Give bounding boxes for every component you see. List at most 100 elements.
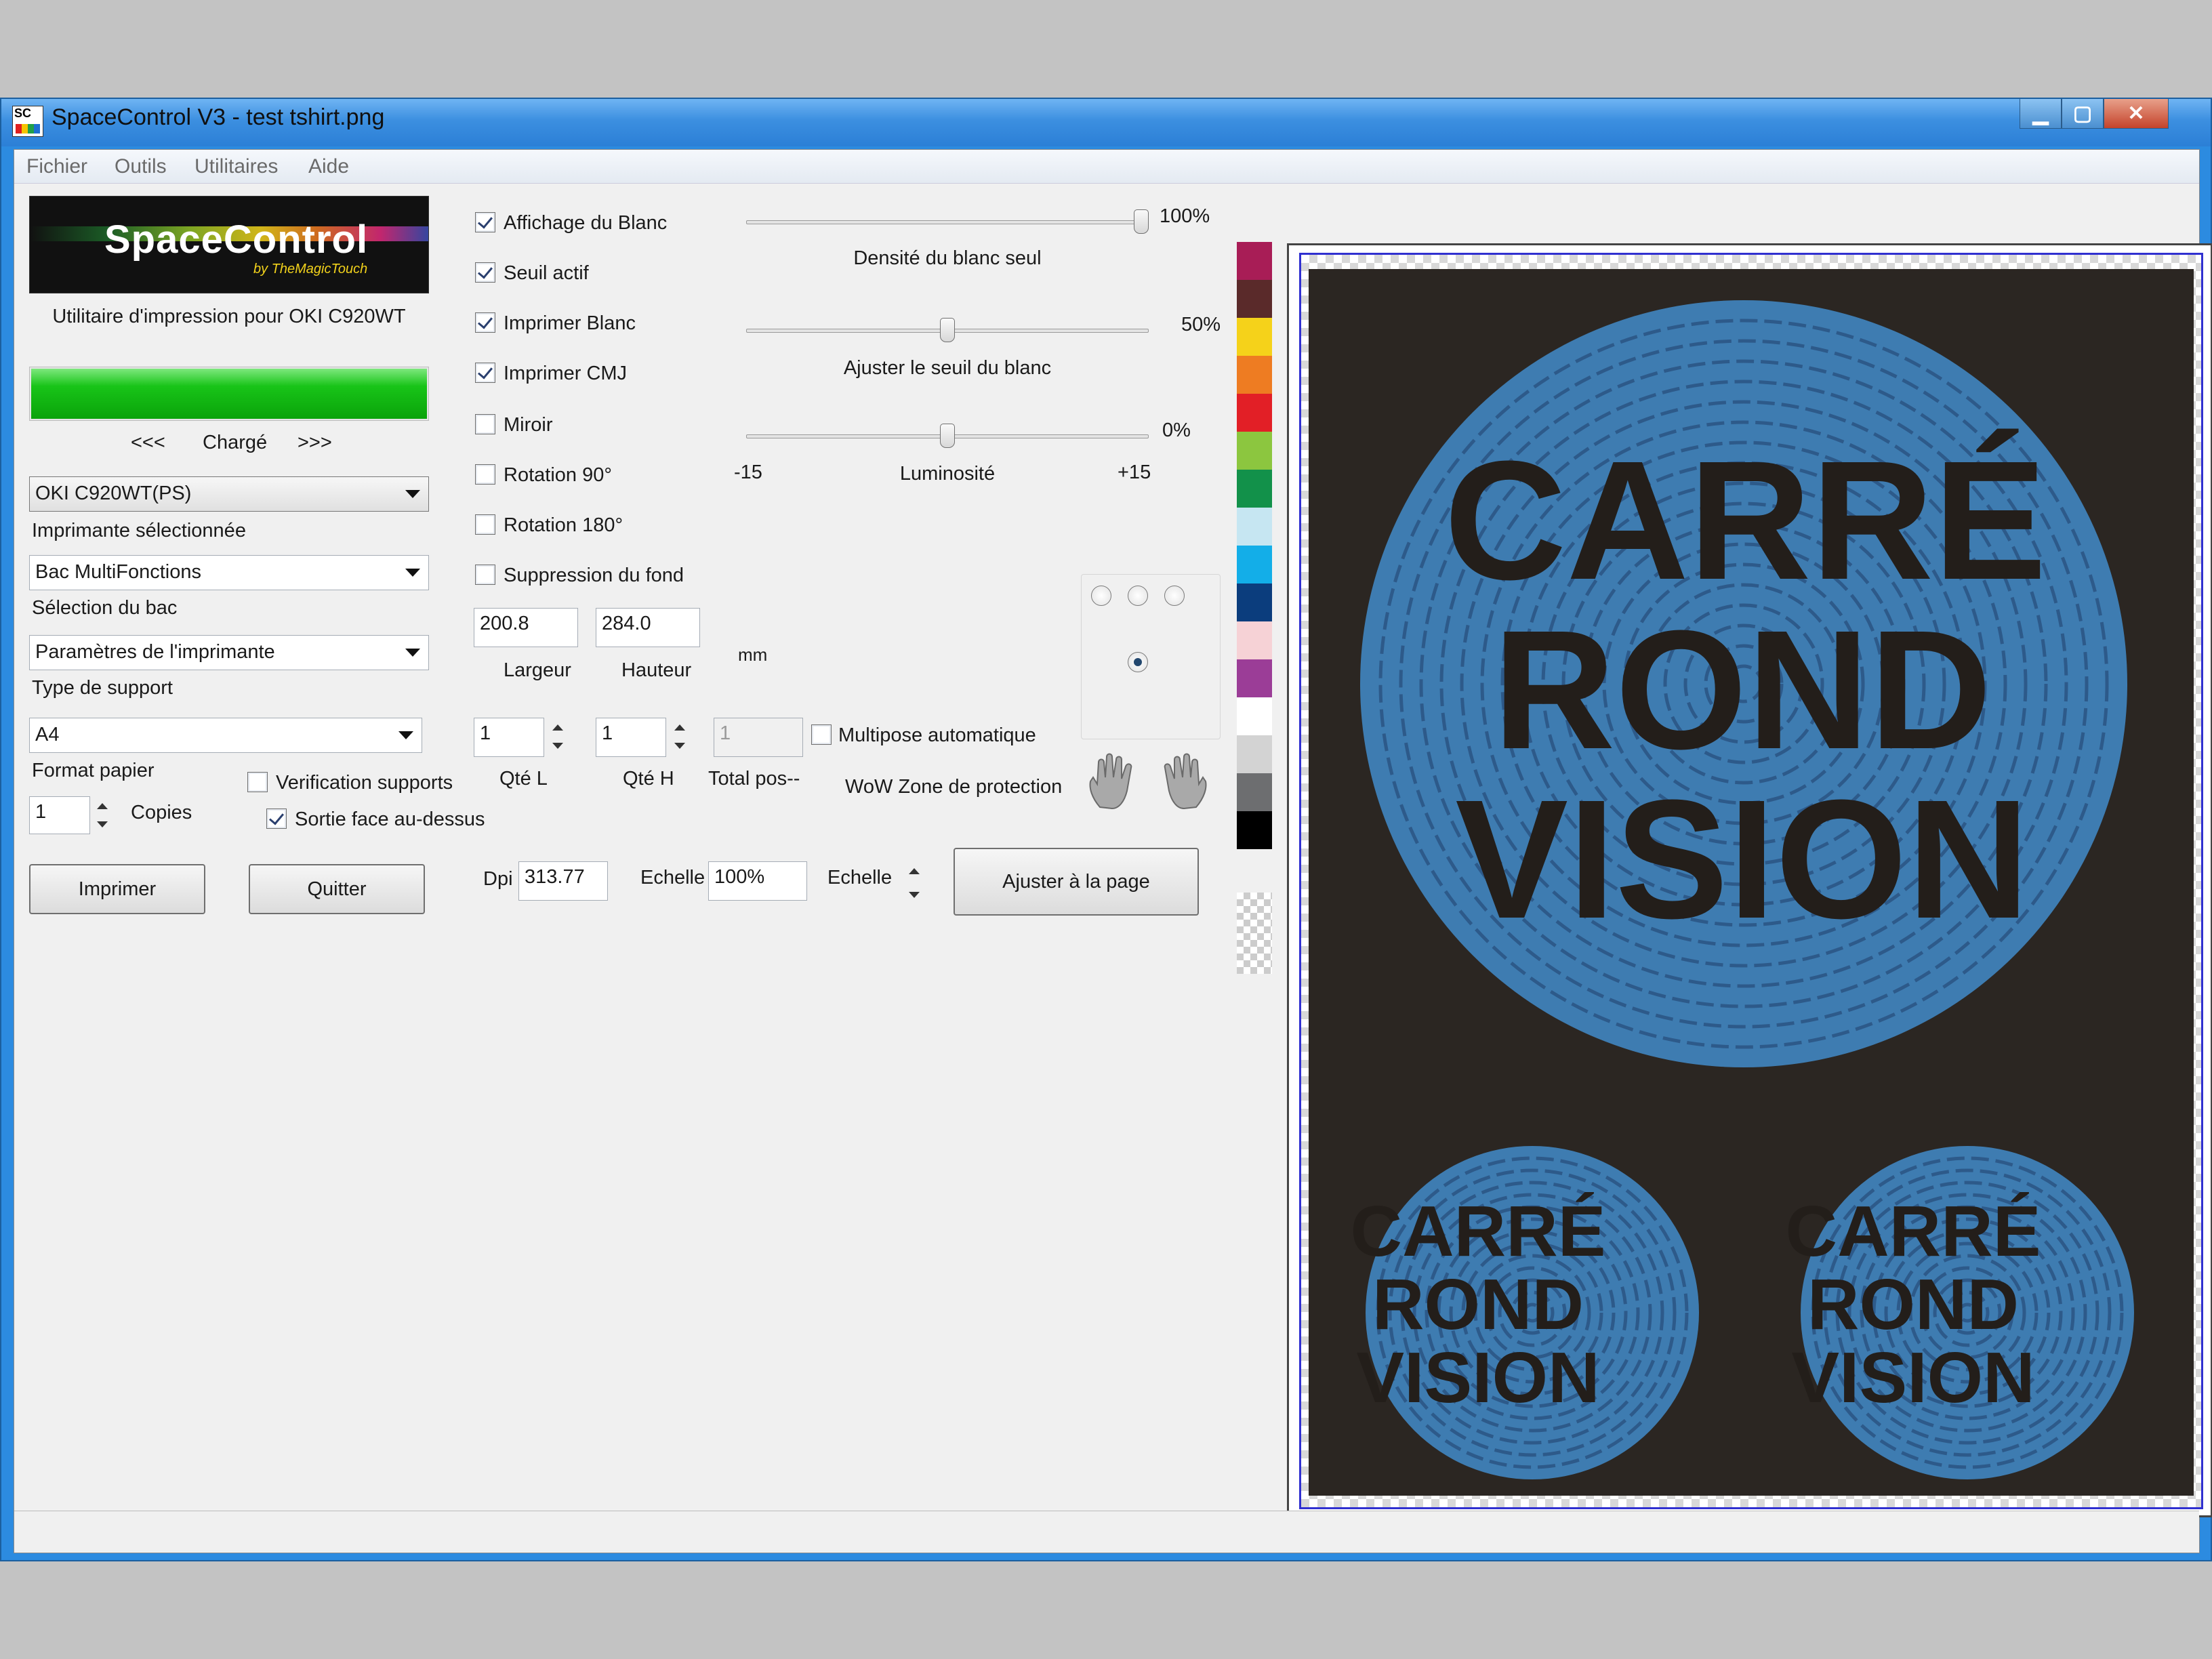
app-icon[interactable]: SC [12,106,43,137]
brightness-slider-thumb[interactable] [940,424,955,448]
color-swatch[interactable] [1237,356,1272,394]
artwork-small-left-line-3: VISION [1356,1338,1600,1418]
option-label-rotate-180: Rotation 180° [504,514,623,536]
color-swatch[interactable] [1237,735,1272,773]
scale-input[interactable]: 100% [708,861,807,901]
option-checkbox-mirror[interactable] [475,414,495,434]
quit-button[interactable]: Quitter [249,864,425,914]
position-radio-left[interactable] [1091,586,1111,606]
white-threshold-slider-thumb[interactable] [940,318,955,342]
auto-multipose-checkbox[interactable] [811,724,832,745]
minimize-button[interactable]: ▁ [2020,99,2062,129]
dpi-input[interactable]: 313.77 [518,861,608,901]
menu-aide[interactable]: Aide [308,155,349,178]
chevron-down-icon [405,569,420,577]
qty-l-stepper[interactable] [550,718,565,756]
option-checkbox-white-display[interactable] [475,212,495,232]
client-area: Fichier Outils Utilitaires Aide SpaceCon… [14,149,2212,1553]
option-checkbox-print-white[interactable] [475,312,495,333]
height-label: Hauteur [621,659,692,681]
logo-subtext: by TheMagicTouch [253,262,368,276]
color-swatch[interactable] [1237,280,1272,318]
height-input[interactable]: 284.0 [596,608,700,647]
color-swatch[interactable] [1237,546,1272,583]
close-button[interactable]: ✕ [2104,99,2169,129]
maximize-icon: ▢ [2072,102,2093,125]
position-radio-middle[interactable] [1128,652,1148,672]
hand-right-icon[interactable] [1157,750,1211,811]
option-checkbox-print-cmy[interactable] [475,363,495,383]
app-subtitle: Utilitaire d'impression pour OKI C920WT [52,306,406,327]
title-bar[interactable]: SC SpaceControl V3 - test tshirt.png ▁ ▢… [1,99,2211,146]
color-swatch[interactable] [1237,242,1272,280]
option-checkbox-rotate-180[interactable] [475,514,495,535]
hand-left-icon[interactable] [1085,750,1139,811]
color-swatch[interactable] [1237,583,1272,621]
total-positions-input: 1 [714,718,803,757]
load-progress-bar [29,367,429,421]
verify-supports-checkbox[interactable] [247,772,268,792]
previous-button[interactable]: <<< [131,432,165,454]
white-density-label: Densité du blanc seul [853,247,1042,269]
maximize-button[interactable]: ▢ [2062,99,2104,129]
paper-size-select[interactable]: A4 [29,718,422,753]
load-progress-fill [31,369,427,419]
qty-l-input[interactable]: 1 [474,718,544,757]
close-icon: ✕ [2127,102,2145,125]
option-checkbox-threshold[interactable] [475,262,495,283]
scale-stepper[interactable] [906,861,921,905]
width-input[interactable]: 200.8 [474,608,578,647]
menu-fichier[interactable]: Fichier [26,155,87,178]
tray-select[interactable]: Bac MultiFonctions [29,555,429,590]
arrow-down-icon [674,743,685,749]
transparent-swatch[interactable] [1237,893,1272,974]
protection-zone-label: WoW Zone de protection [845,776,1063,798]
fit-to-page-button[interactable]: Ajuster à la page [954,848,1199,916]
white-density-value: 100% [1160,205,1210,227]
printer-select[interactable]: OKI C920WT(PS) [29,476,429,512]
color-swatch[interactable] [1237,394,1272,432]
media-label: Type de support [32,677,173,699]
option-label-print-cmy: Imprimer CMJ [504,363,628,384]
face-up-checkbox[interactable] [266,808,287,829]
logo-text: SpaceControl [104,218,369,262]
load-status: Chargé [203,432,268,453]
color-swatch[interactable] [1237,697,1272,735]
white-threshold-label: Ajuster le seuil du blanc [843,357,1052,379]
copies-stepper[interactable] [94,796,109,834]
qty-h-stepper[interactable] [672,718,687,756]
option-checkbox-remove-background[interactable] [475,565,495,585]
qty-h-input[interactable]: 1 [596,718,666,757]
option-label-threshold: Seuil actif [504,262,589,284]
menu-utilitaires[interactable]: Utilitaires [194,155,278,178]
white-density-slider[interactable] [746,220,1149,224]
color-swatch[interactable] [1237,432,1272,470]
qty-l-label: Qté L [499,768,548,790]
copies-label: Copies [131,802,192,823]
menu-bar: Fichier Outils Utilitaires Aide [14,150,2199,184]
option-checkbox-rotate-90[interactable] [475,464,495,485]
color-swatch[interactable] [1237,318,1272,356]
brightness-max-label: +15 [1118,462,1151,483]
position-radio-right[interactable] [1164,586,1185,606]
color-swatch[interactable] [1237,659,1272,697]
printer-select-value: OKI C920WT(PS) [35,483,192,504]
next-button[interactable]: >>> [298,432,332,454]
color-swatch[interactable] [1237,470,1272,508]
color-swatch[interactable] [1237,508,1272,546]
arrow-down-icon [909,892,920,898]
copies-input[interactable]: 1 [29,796,90,834]
menu-outils[interactable]: Outils [115,155,167,178]
media-select[interactable]: Paramètres de l'imprimante [29,635,429,670]
color-swatch[interactable] [1237,811,1272,849]
print-button[interactable]: Imprimer [29,864,205,914]
color-swatch[interactable] [1237,773,1272,811]
brightness-value: 0% [1162,419,1191,441]
paper-size-value: A4 [35,724,60,745]
position-radio-center[interactable] [1128,586,1148,606]
chevron-down-icon [405,649,420,657]
white-density-slider-thumb[interactable] [1134,209,1149,234]
color-swatch[interactable] [1237,621,1272,659]
artwork-small-right-line-2: ROND [1807,1265,2020,1345]
white-threshold-value: 50% [1181,314,1221,335]
